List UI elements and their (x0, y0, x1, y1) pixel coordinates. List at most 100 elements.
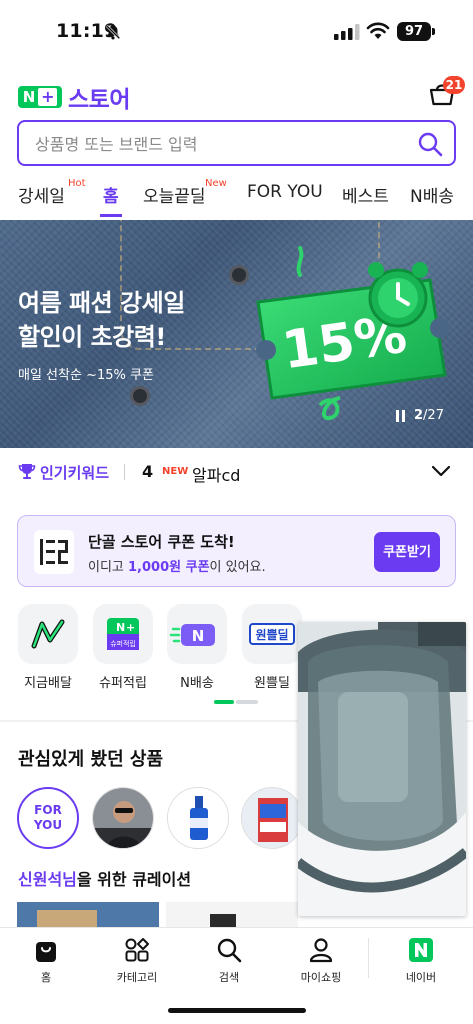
search-input[interactable] (35, 132, 405, 156)
nav-search[interactable]: 검색 (189, 936, 269, 985)
svg-text:N: N (116, 621, 125, 634)
category-icon (125, 938, 149, 962)
tab-for-you[interactable]: FOR YOU (247, 182, 323, 202)
new-badge: New (205, 178, 227, 189)
logo-badge: N + (18, 86, 62, 108)
floating-video-player[interactable] (298, 622, 466, 916)
nav-my-shopping[interactable]: 마이쇼핑 (281, 936, 361, 985)
svg-text:슈퍼적립: 슈퍼적립 (110, 639, 136, 648)
banner-page-total: /27 (423, 408, 444, 423)
coupon-amount: 1,000원 쿠폰 (128, 560, 210, 575)
glue-bottle-image (168, 788, 228, 848)
nav-home[interactable]: 홈 (6, 936, 86, 985)
search-icon (217, 938, 242, 963)
rivet-decoration (130, 386, 150, 406)
curation-image (17, 902, 159, 928)
naver-plus-store-logo[interactable]: N + 스토어 (18, 80, 130, 114)
battery-indicator: 97 (397, 22, 435, 41)
shortcut-one-plus-deal[interactable]: 원쁠딜 원쁠딜 (241, 604, 303, 691)
curation-title: 신원석님을 위한 큐레이션 (18, 866, 191, 890)
tab-gangsale[interactable]: 강세일 Hot (18, 178, 86, 207)
nav-label: 마이쇼핑 (300, 971, 342, 984)
curation-suffix: 을 위한 큐레이션 (76, 870, 192, 889)
nav-divider (368, 938, 369, 978)
get-coupon-button[interactable]: 쿠폰받기 (374, 532, 440, 572)
keyword-text[interactable]: 알파cd (192, 462, 240, 486)
steam-appliance-video-frame (298, 622, 466, 916)
one-plus-deal-icon: 원쁠딜 (242, 604, 302, 664)
viewed-item-product-thumbnail[interactable] (241, 787, 303, 849)
viewed-item-person-thumbnail[interactable] (92, 787, 154, 849)
super-points-icon: N + 슈퍼적립 (93, 604, 153, 664)
tab-label: N배송 (410, 187, 454, 207)
logo-plus: + (38, 88, 58, 106)
status-bar: 11:19 97 (0, 0, 473, 62)
coupon-desc-prefix: 이디고 (88, 560, 129, 575)
chevron-down-icon[interactable] (430, 462, 452, 480)
coupon-description: 이디고 1,000원 쿠폰이 있어요. (88, 556, 266, 575)
tab-label: FOR YOU (247, 182, 323, 202)
n-delivery-icon: N (167, 604, 227, 664)
person-photo-image (93, 788, 153, 848)
trophy-icon (18, 464, 36, 479)
tab-today-deal[interactable]: 오늘끝딜 New (143, 178, 227, 207)
keyword-rank: 4 (142, 462, 154, 481)
banner-pager[interactable]: 2/27 (396, 408, 444, 423)
logo-text: 스토어 (68, 87, 130, 113)
banner-title-line2: 할인이 초강력! (18, 323, 166, 351)
search-icon[interactable] (417, 131, 443, 157)
shortcut-label: 지금배달 (24, 676, 72, 691)
keyword-new-badge: NEW (162, 466, 189, 477)
promo-banner[interactable]: 여름 패션 강세일 할인이 초강력! 매일 선착순 ~15% 쿠폰 15% 2/… (0, 220, 473, 448)
popular-keywords-bar[interactable]: 인기키워드 4 NEW 알파cd (0, 454, 473, 494)
active-tab-indicator (100, 214, 122, 217)
nav-naver[interactable]: 네이버 (381, 936, 461, 985)
for-you-label: FOR YOU (33, 803, 63, 832)
tab-label: 베스트 (342, 187, 389, 207)
banner-page-current: 2 (414, 408, 424, 423)
curation-image (166, 902, 298, 928)
tab-label: 홈 (103, 187, 119, 207)
home-bag-icon (36, 942, 56, 962)
cart-count-badge: 21 (443, 76, 465, 94)
store-brand-logo-icon (34, 530, 74, 574)
user-name: 신원석님 (18, 870, 77, 889)
nav-label: 네이버 (405, 971, 437, 984)
viewed-item-glue-thumbnail[interactable] (167, 787, 229, 849)
divider (124, 464, 125, 480)
curation-thumbnail[interactable] (166, 902, 298, 928)
logo-n: N (22, 88, 36, 106)
coupon-desc-suffix: 이 있어요. (209, 560, 266, 575)
banner-subtitle: 매일 선착순 ~15% 쿠폰 (18, 368, 154, 383)
tab-label: 강세일 (18, 187, 65, 207)
delivery-icon (18, 604, 78, 664)
pause-icon[interactable] (396, 409, 406, 422)
shortcut-super-points[interactable]: N + 슈퍼적립 슈퍼적립 (92, 604, 154, 691)
tab-home[interactable]: 홈 (103, 182, 119, 207)
coupon-ticket-alarm-illustration: 15% (256, 246, 450, 421)
hot-badge: Hot (68, 178, 86, 189)
bell-muted-icon (105, 24, 121, 40)
shortcut-label: 원쁠딜 (254, 676, 290, 691)
cellular-signal-icon (334, 24, 360, 40)
store-coupon-card[interactable]: 단골 스토어 쿠폰 도착! 이디고 1,000원 쿠폰이 있어요. 쿠폰받기 (17, 515, 456, 587)
search-bar[interactable] (17, 120, 456, 166)
shortcut-delivery-now[interactable]: 지금배달 (17, 604, 79, 691)
svg-text:원쁠딜: 원쁠딜 (255, 628, 288, 642)
tab-best[interactable]: 베스트 (342, 182, 389, 207)
nav-category[interactable]: 카테고리 (97, 936, 177, 985)
wifi-icon (366, 22, 390, 39)
coupon-title: 단골 스토어 쿠폰 도착! (88, 533, 235, 551)
for-you-chip[interactable]: FOR YOU (17, 787, 79, 849)
app-header: N + 스토어 21 (0, 68, 473, 116)
shortcut-n-delivery[interactable]: N N배송 (166, 604, 228, 691)
curation-thumbnail[interactable] (17, 902, 159, 928)
home-indicator (168, 1008, 306, 1013)
product-box-image (242, 788, 302, 848)
keywords-title: 인기키워드 (40, 464, 110, 482)
nav-label: 검색 (218, 971, 240, 984)
tab-n-delivery[interactable]: N배송 (410, 182, 454, 207)
naver-n-icon (409, 938, 433, 962)
recently-viewed-title: 관심있게 봤던 상품 (18, 749, 164, 770)
nav-label: 홈 (40, 971, 52, 984)
